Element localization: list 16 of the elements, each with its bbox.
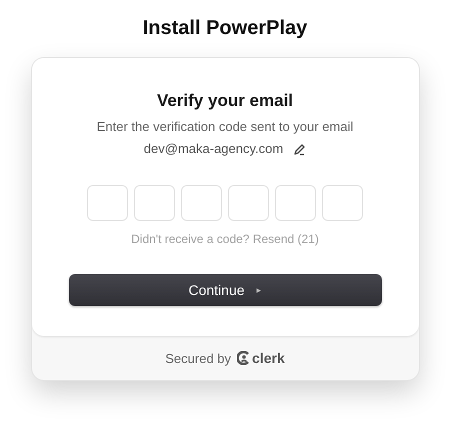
page-title: Install PowerPlay [142,16,308,40]
code-digit-field[interactable] [275,185,316,221]
brand-name: clerk [252,350,285,366]
code-digit-field[interactable] [228,185,269,221]
edit-icon[interactable] [293,142,306,156]
code-digit-field[interactable] [87,185,128,221]
email-address: dev@maka-agency.com [144,140,284,158]
secured-by-label: Secured by [165,350,232,366]
logo-icon [237,351,250,365]
instruction-text: Enter the verification code sent to your email [96,118,354,136]
code-digit-field[interactable] [134,185,175,221]
card-title: Verify your email [156,90,294,112]
code-digit-field[interactable] [322,185,363,221]
continue-button[interactable]: Continue ▸ [68,274,382,306]
resend-text: Didn't receive a code? Resend (21) [131,231,319,247]
code-digit-field[interactable] [181,185,222,221]
